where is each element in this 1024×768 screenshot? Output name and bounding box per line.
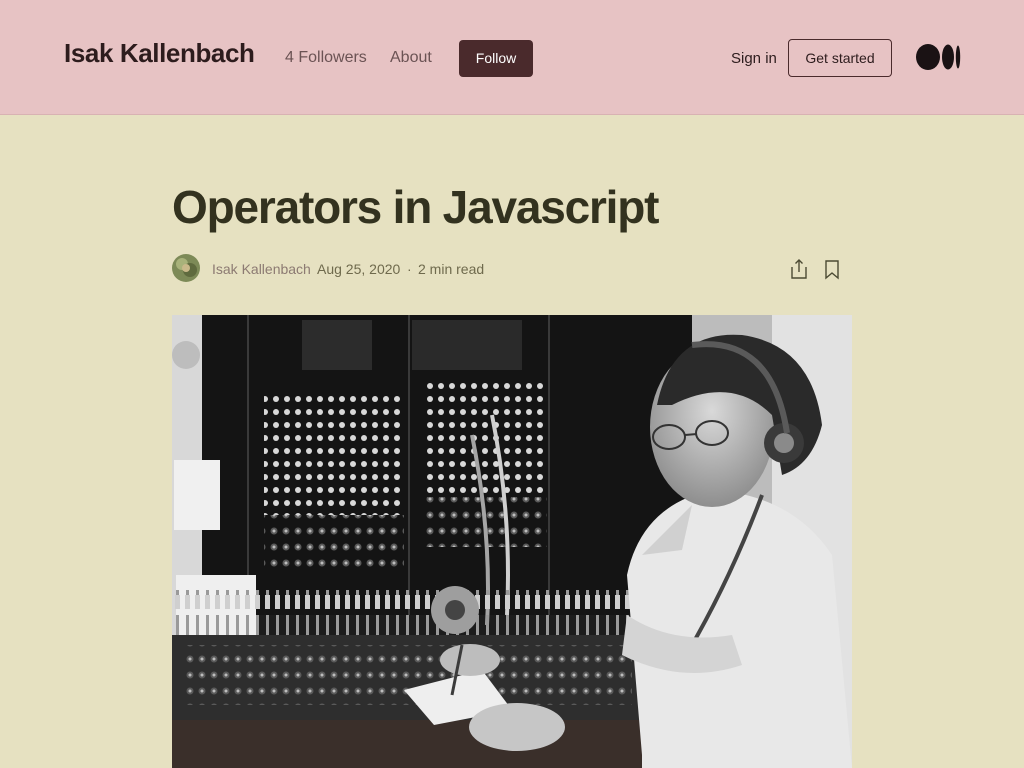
sign-in-link[interactable]: Sign in — [731, 50, 777, 67]
top-bar: Isak Kallenbach 4 Followers About Follow… — [0, 0, 1024, 115]
bookmark-icon[interactable] — [821, 257, 843, 281]
hero-image — [172, 315, 852, 768]
author-name-link[interactable]: Isak Kallenbach — [212, 261, 311, 277]
get-started-button[interactable]: Get started — [788, 39, 892, 77]
followers-link[interactable]: 4 Followers — [285, 49, 367, 67]
share-icon[interactable] — [788, 257, 810, 281]
avatar[interactable] — [172, 254, 200, 282]
switchboard-operator-photo — [172, 315, 852, 768]
medium-logo-icon[interactable] — [916, 44, 962, 70]
follow-button[interactable]: Follow — [459, 40, 533, 77]
about-link[interactable]: About — [390, 49, 432, 67]
publish-date: Aug 25, 2020 — [317, 261, 401, 277]
author-avatar-image — [172, 254, 200, 282]
article-title: Operators in Javascript — [172, 181, 659, 233]
meta-separator: · — [407, 261, 412, 277]
publication-title[interactable]: Isak Kallenbach — [64, 38, 255, 69]
read-time: 2 min read — [418, 261, 485, 277]
